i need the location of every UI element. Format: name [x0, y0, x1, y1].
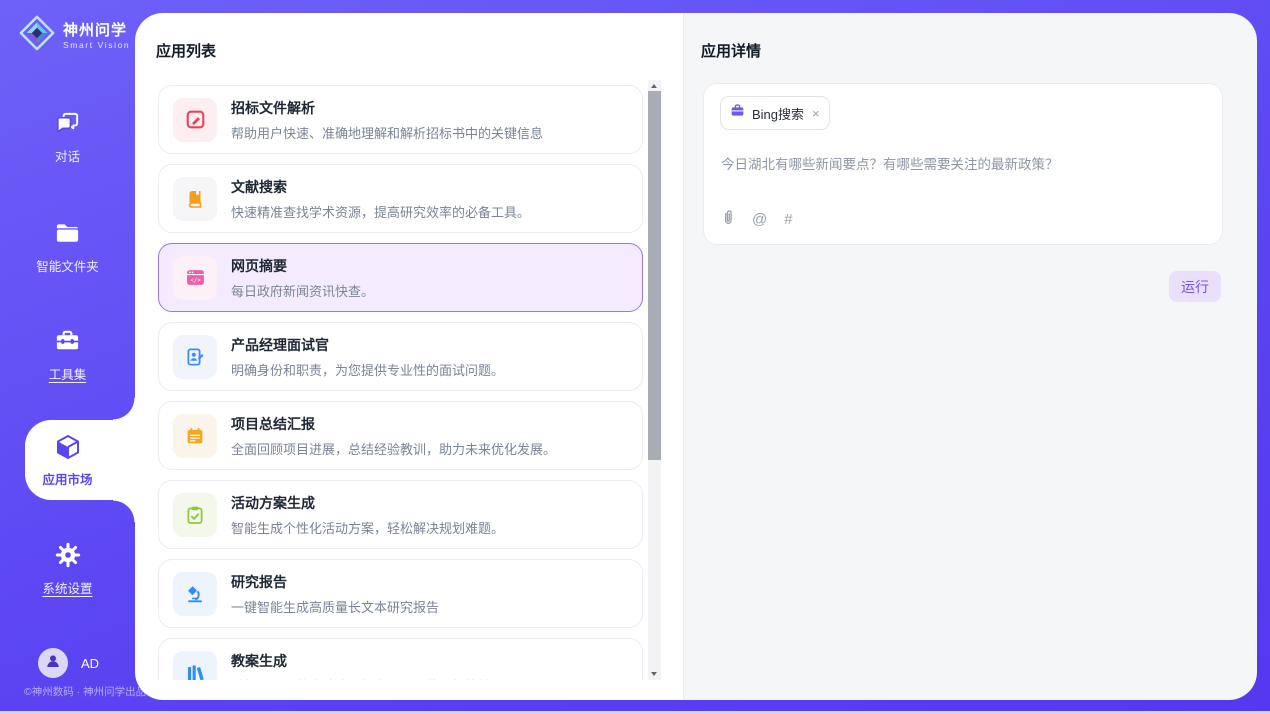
app-card[interactable]: </> 网页摘要每日政府新闻资讯快查。 — [158, 243, 643, 312]
paperclip-icon[interactable] — [721, 209, 735, 231]
sidebar-item-label: 智能文件夹 — [36, 256, 99, 275]
app-card[interactable]: 招标文件解析帮助用户快速、准确地理解和解析招标书中的关键信息 — [158, 85, 643, 154]
sidebar-item-market[interactable]: 应用市场 — [0, 420, 135, 500]
sidebar-item-tools[interactable]: 工具集 — [0, 326, 135, 383]
scroll-down-icon[interactable] — [648, 668, 661, 680]
hash-icon[interactable]: # — [784, 211, 792, 229]
app-name: 项目总结汇报 — [231, 414, 556, 434]
app-card[interactable]: 文献搜索快速精准查找学术资源，提高研究效率的必备工具。 — [158, 164, 643, 233]
main-content: 应用列表 招标文件解析帮助用户快速、准确地理解和解析招标书中的关键信息文献搜索快… — [135, 13, 1257, 700]
browser-code-icon: </> — [173, 256, 217, 300]
app-name: 文献搜索 — [231, 177, 530, 197]
prompt-text[interactable]: 今日湖北有哪些新闻要点？有哪些需要关注的最新政策？ — [721, 153, 1206, 173]
app-description: 全面回顾项目进展，总结经验教训，助力未来优化发展。 — [231, 439, 556, 458]
app-description: 智能生成个性化活动方案，轻松解决规划难题。 — [231, 518, 504, 537]
svg-text:</>: </> — [190, 278, 201, 284]
app-description: 模板驱动，教案秒成，教学准备从此轻松快捷 — [231, 676, 491, 681]
app-description: 明确身份和职责，为您提供专业性的面试问题。 — [231, 360, 504, 379]
app-detail-panel: 应用详情 Bing搜索 × 今日湖北有哪些新闻要点？有哪些需要关注的最新政策？ … — [683, 13, 1257, 700]
app-detail-title: 应用详情 — [701, 40, 761, 61]
remove-tool-icon[interactable]: × — [812, 107, 820, 120]
sidebar-item-label: 工具集 — [49, 364, 87, 383]
app-name: 产品经理面试官 — [231, 335, 504, 355]
toolbox-icon — [53, 326, 83, 356]
app-name: 网页摘要 — [231, 256, 374, 276]
scrollbar-thumb[interactable] — [648, 91, 661, 460]
microscope-icon — [173, 572, 217, 616]
chat-bubbles-icon — [53, 108, 83, 138]
book-icon — [173, 177, 217, 221]
interview-doc-icon — [173, 335, 217, 379]
document-edit-icon — [173, 98, 217, 142]
copyright-footer: ©神州数码 · 神州问学出品 — [24, 684, 146, 699]
tool-chip-label: Bing搜索 — [752, 104, 804, 123]
sidebar-item-label: 对话 — [55, 146, 80, 165]
app-card[interactable]: 产品经理面试官明确身份和职责，为您提供专业性的面试问题。 — [158, 322, 643, 391]
avatar[interactable] — [38, 648, 68, 678]
at-icon[interactable]: @ — [752, 211, 767, 229]
logo-subtitle: Smart Vision — [63, 40, 130, 50]
app-description: 每日政府新闻资讯快查。 — [231, 281, 374, 300]
app-card[interactable]: 项目总结汇报全面回顾项目进展，总结经验教训，助力未来优化发展。 — [158, 401, 643, 470]
folder-icon — [53, 218, 83, 248]
app-description: 帮助用户快速、准确地理解和解析招标书中的关键信息 — [231, 123, 543, 142]
app-card[interactable]: 研究报告一键智能生成高质量长文本研究报告 — [158, 559, 643, 628]
clipboard-check-icon — [173, 493, 217, 537]
app-list-panel: 应用列表 招标文件解析帮助用户快速、准确地理解和解析招标书中的关键信息文献搜索快… — [135, 13, 683, 700]
app-card[interactable]: 教案生成模板驱动，教案秒成，教学准备从此轻松快捷 — [158, 638, 643, 680]
sidebar-item-chat[interactable]: 对话 — [0, 108, 135, 165]
briefcase-icon — [730, 103, 745, 123]
app-list: 招标文件解析帮助用户快速、准确地理解和解析招标书中的关键信息文献搜索快速精准查找… — [158, 75, 643, 680]
tool-chip-bing-search[interactable]: Bing搜索 × — [720, 96, 830, 130]
app-description: 快速精准查找学术资源，提高研究效率的必备工具。 — [231, 202, 530, 221]
app-name: 招标文件解析 — [231, 98, 543, 118]
prompt-input-card[interactable]: Bing搜索 × 今日湖北有哪些新闻要点？有哪些需要关注的最新政策？ @# — [703, 83, 1223, 245]
app-card[interactable]: 活动方案生成智能生成个性化活动方案，轻松解决规划难题。 — [158, 480, 643, 549]
sidebar-item-settings[interactable]: 系统设置 — [0, 540, 135, 597]
app-description: 一键智能生成高质量长文本研究报告 — [231, 597, 439, 616]
composer-toolbar: @# — [721, 209, 793, 231]
cube-icon — [53, 433, 83, 463]
user-name: AD — [81, 656, 99, 671]
scrollbar[interactable] — [648, 80, 661, 680]
app-name: 教案生成 — [231, 651, 491, 671]
app-name: 活动方案生成 — [231, 493, 504, 513]
gear-icon — [53, 540, 83, 570]
calendar-note-icon — [173, 414, 217, 458]
user-account: AD — [38, 648, 99, 678]
sidebar-item-folders[interactable]: 智能文件夹 — [0, 218, 135, 275]
sidebar-item-label: 系统设置 — [42, 578, 92, 597]
sidebar-item-label: 应用市场 — [42, 469, 92, 488]
app-logo: 神州问学 Smart Vision — [18, 14, 130, 57]
books-icon — [173, 651, 217, 681]
app-name: 研究报告 — [231, 572, 439, 592]
app-list-title: 应用列表 — [156, 40, 216, 61]
diamond-logo-icon — [18, 14, 56, 57]
run-button[interactable]: 运行 — [1169, 271, 1221, 302]
user-avatar-icon — [45, 653, 61, 674]
logo-title: 神州问学 — [63, 22, 130, 39]
sidebar: 神州问学 Smart Vision 对话智能文件夹工具集应用市场系统设置 AD … — [0, 0, 135, 714]
